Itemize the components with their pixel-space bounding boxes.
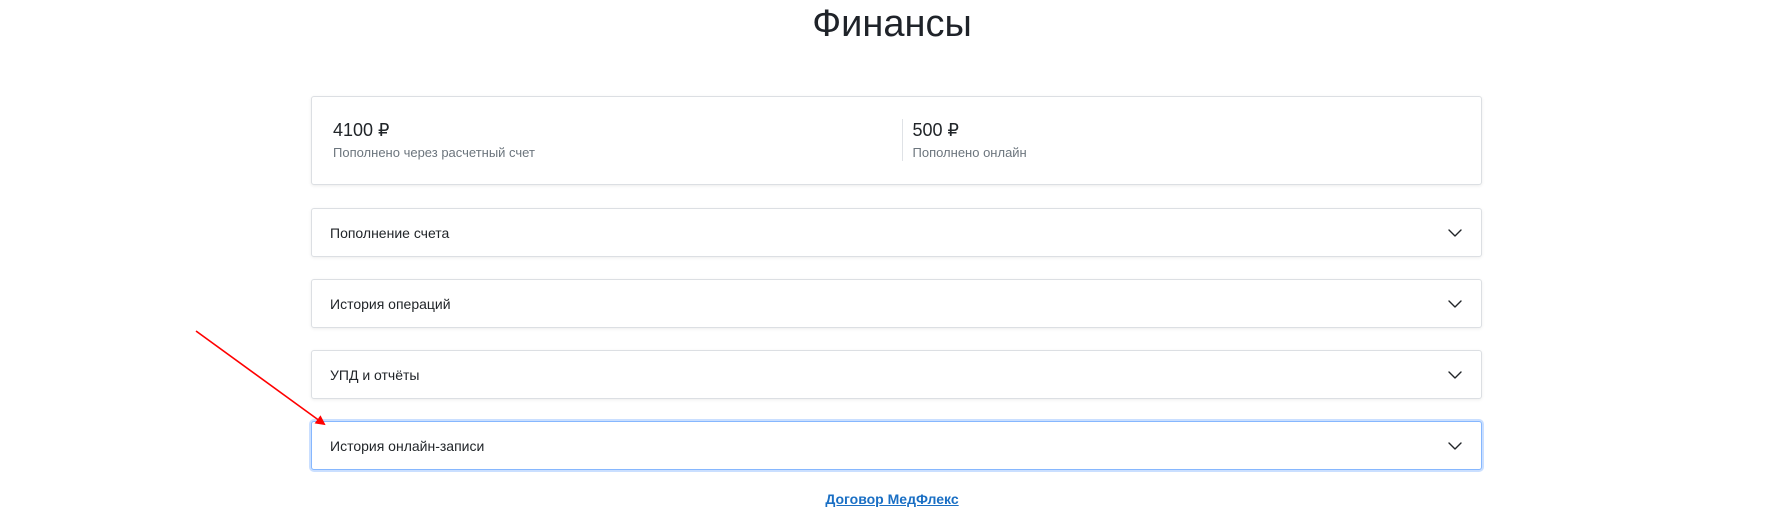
page-title: Финансы (812, 3, 972, 45)
accordion-topup[interactable]: Пополнение счета (311, 208, 1482, 257)
accordion-upd-reports[interactable]: УПД и отчёты (311, 350, 1482, 399)
accordion-operations-history[interactable]: История операций (311, 279, 1482, 328)
contract-link[interactable]: Договор МедФлекс (825, 491, 958, 507)
finance-container: 4100 ₽ Пополнено через расчетный счет 50… (311, 96, 1482, 470)
accordion-label: Пополнение счета (330, 224, 450, 241)
summary-amount: 4100 ₽ (333, 120, 390, 140)
accordion-label: УПД и отчёты (330, 366, 420, 383)
chevron-down-icon (1447, 296, 1463, 312)
summary-item-online: 500 ₽ Пополнено онлайн (901, 97, 1482, 184)
summary-item-bank-transfer: 4100 ₽ Пополнено через расчетный счет (312, 97, 902, 184)
summary-card: 4100 ₽ Пополнено через расчетный счет 50… (311, 96, 1482, 185)
chevron-down-icon (1447, 367, 1463, 383)
chevron-down-icon (1447, 225, 1463, 241)
chevron-down-icon (1447, 438, 1463, 454)
footer: Договор МедФлекс (0, 491, 1784, 509)
accordion-online-booking-history[interactable]: История онлайн-записи (311, 421, 1482, 470)
summary-caption: Пополнено онлайн (912, 145, 1027, 160)
accordion-label: История онлайн-записи (330, 437, 485, 454)
summary-amount: 500 ₽ (912, 120, 960, 140)
accordion-label: История операций (330, 295, 451, 312)
summary-caption: Пополнено через расчетный счет (333, 145, 535, 160)
